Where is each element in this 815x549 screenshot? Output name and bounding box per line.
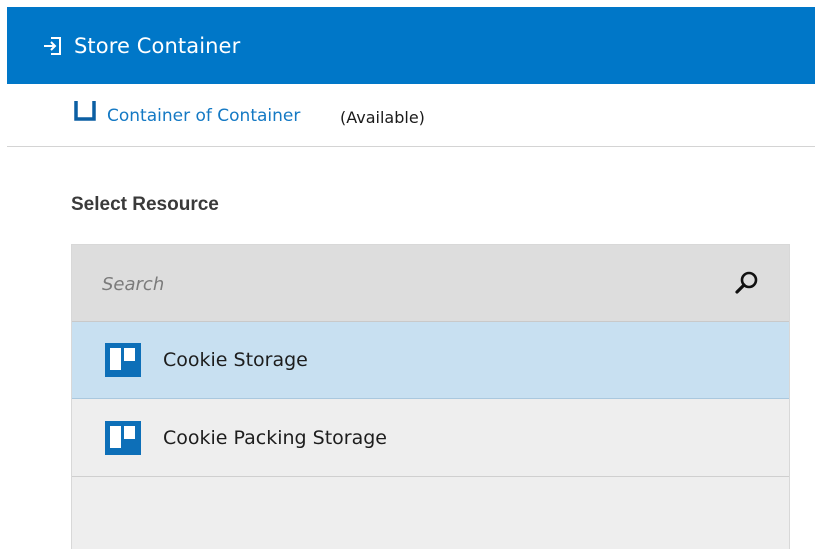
resource-board-icon: [105, 421, 141, 455]
search-icon[interactable]: [734, 270, 760, 296]
resource-item-label: Cookie Storage: [163, 349, 308, 371]
availability-status: (Available): [340, 108, 425, 127]
resource-item-cookie-packing-storage[interactable]: Cookie Packing Storage: [72, 400, 789, 477]
search-bar: [72, 245, 789, 322]
store-container-dialog: Store Container Container of Container (…: [7, 7, 815, 549]
dialog-title: Store Container: [74, 33, 241, 58]
resource-item-cookie-storage[interactable]: Cookie Storage: [72, 322, 789, 399]
resource-board-icon: [105, 343, 141, 377]
select-resource-label: Select Resource: [71, 194, 219, 215]
resource-item-label: Cookie Packing Storage: [163, 427, 387, 449]
container-link[interactable]: Container of Container: [107, 106, 300, 126]
dialog-header: Store Container: [7, 7, 815, 84]
container-info-bar: Container of Container (Available): [7, 84, 815, 147]
container-icon: [74, 101, 96, 121]
search-input[interactable]: [102, 268, 702, 300]
store-arrow-icon: [43, 36, 63, 56]
resource-panel: Cookie Storage Cookie Packing Storage: [71, 244, 790, 549]
